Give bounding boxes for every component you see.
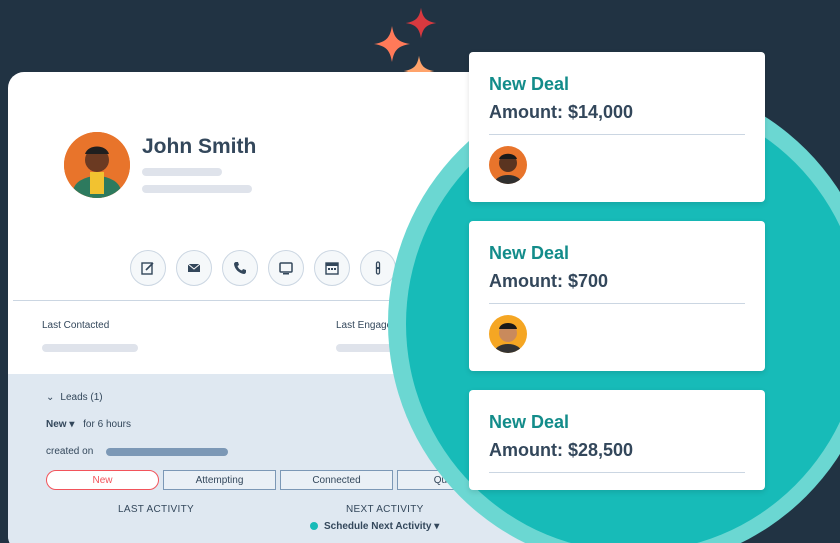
last-engaged-label: Last Engage <box>336 320 393 331</box>
divider <box>489 472 745 473</box>
placeholder-bar <box>142 168 222 176</box>
contact-name: John Smith <box>142 135 257 158</box>
lead-duration: for 6 hours <box>83 419 131 430</box>
more-icon <box>375 261 381 275</box>
divider <box>489 303 745 304</box>
deal-owner-avatar <box>489 315 527 353</box>
contact-avatar <box>64 132 130 198</box>
deal-title: New Deal <box>489 243 570 263</box>
calendar-button[interactable] <box>314 250 350 286</box>
chevron-down-icon: ⌄ <box>46 392 55 403</box>
placeholder-bar <box>142 185 252 193</box>
deal-card[interactable]: New Deal Amount: $28,500 <box>469 390 765 490</box>
meeting-icon <box>279 262 293 275</box>
last-activity-label: LAST ACTIVITY <box>118 504 194 515</box>
sparkle-icon <box>405 7 437 39</box>
deal-card[interactable]: New Deal Amount: $14,000 <box>469 52 765 202</box>
lead-status-row: New ▾ for 6 hours <box>46 419 131 430</box>
created-on-value <box>106 448 228 456</box>
note-icon <box>141 262 154 275</box>
stage-new[interactable]: New <box>46 470 159 490</box>
last-contacted-label: Last Contacted <box>42 320 110 331</box>
note-button[interactable] <box>130 250 166 286</box>
deal-title: New Deal <box>489 412 570 432</box>
status-dot-icon <box>310 522 318 531</box>
email-icon <box>187 263 201 272</box>
next-activity-label: NEXT ACTIVITY <box>346 504 424 515</box>
created-on-label: created on <box>46 446 94 457</box>
deal-amount: Amount: $28,500 <box>489 440 634 460</box>
action-bar <box>130 250 396 286</box>
deal-title: New Deal <box>489 74 570 94</box>
meeting-button[interactable] <box>268 250 304 286</box>
stage-attempting[interactable]: Attempting <box>163 470 276 490</box>
lead-status-dropdown[interactable]: New ▾ <box>46 419 74 430</box>
last-engaged-value <box>336 344 396 352</box>
caret-down-icon: ▾ <box>434 521 440 532</box>
divider <box>489 134 745 135</box>
caret-down-icon: ▾ <box>69 419 75 430</box>
phone-icon <box>234 262 246 274</box>
deal-card[interactable]: New Deal Amount: $700 <box>469 221 765 371</box>
deal-amount: Amount: $14,000 <box>489 102 634 122</box>
email-button[interactable] <box>176 250 212 286</box>
deal-amount: Amount: $700 <box>489 271 609 291</box>
schedule-next-activity-dropdown[interactable]: Schedule Next Activity ▾ <box>310 521 439 532</box>
stage-connected[interactable]: Connected <box>280 470 393 490</box>
leads-header[interactable]: ⌄ Leads (1) <box>46 392 103 403</box>
deal-owner-avatar <box>489 146 527 184</box>
last-contacted-value <box>42 344 138 352</box>
call-button[interactable] <box>222 250 258 286</box>
calendar-icon <box>325 262 339 275</box>
